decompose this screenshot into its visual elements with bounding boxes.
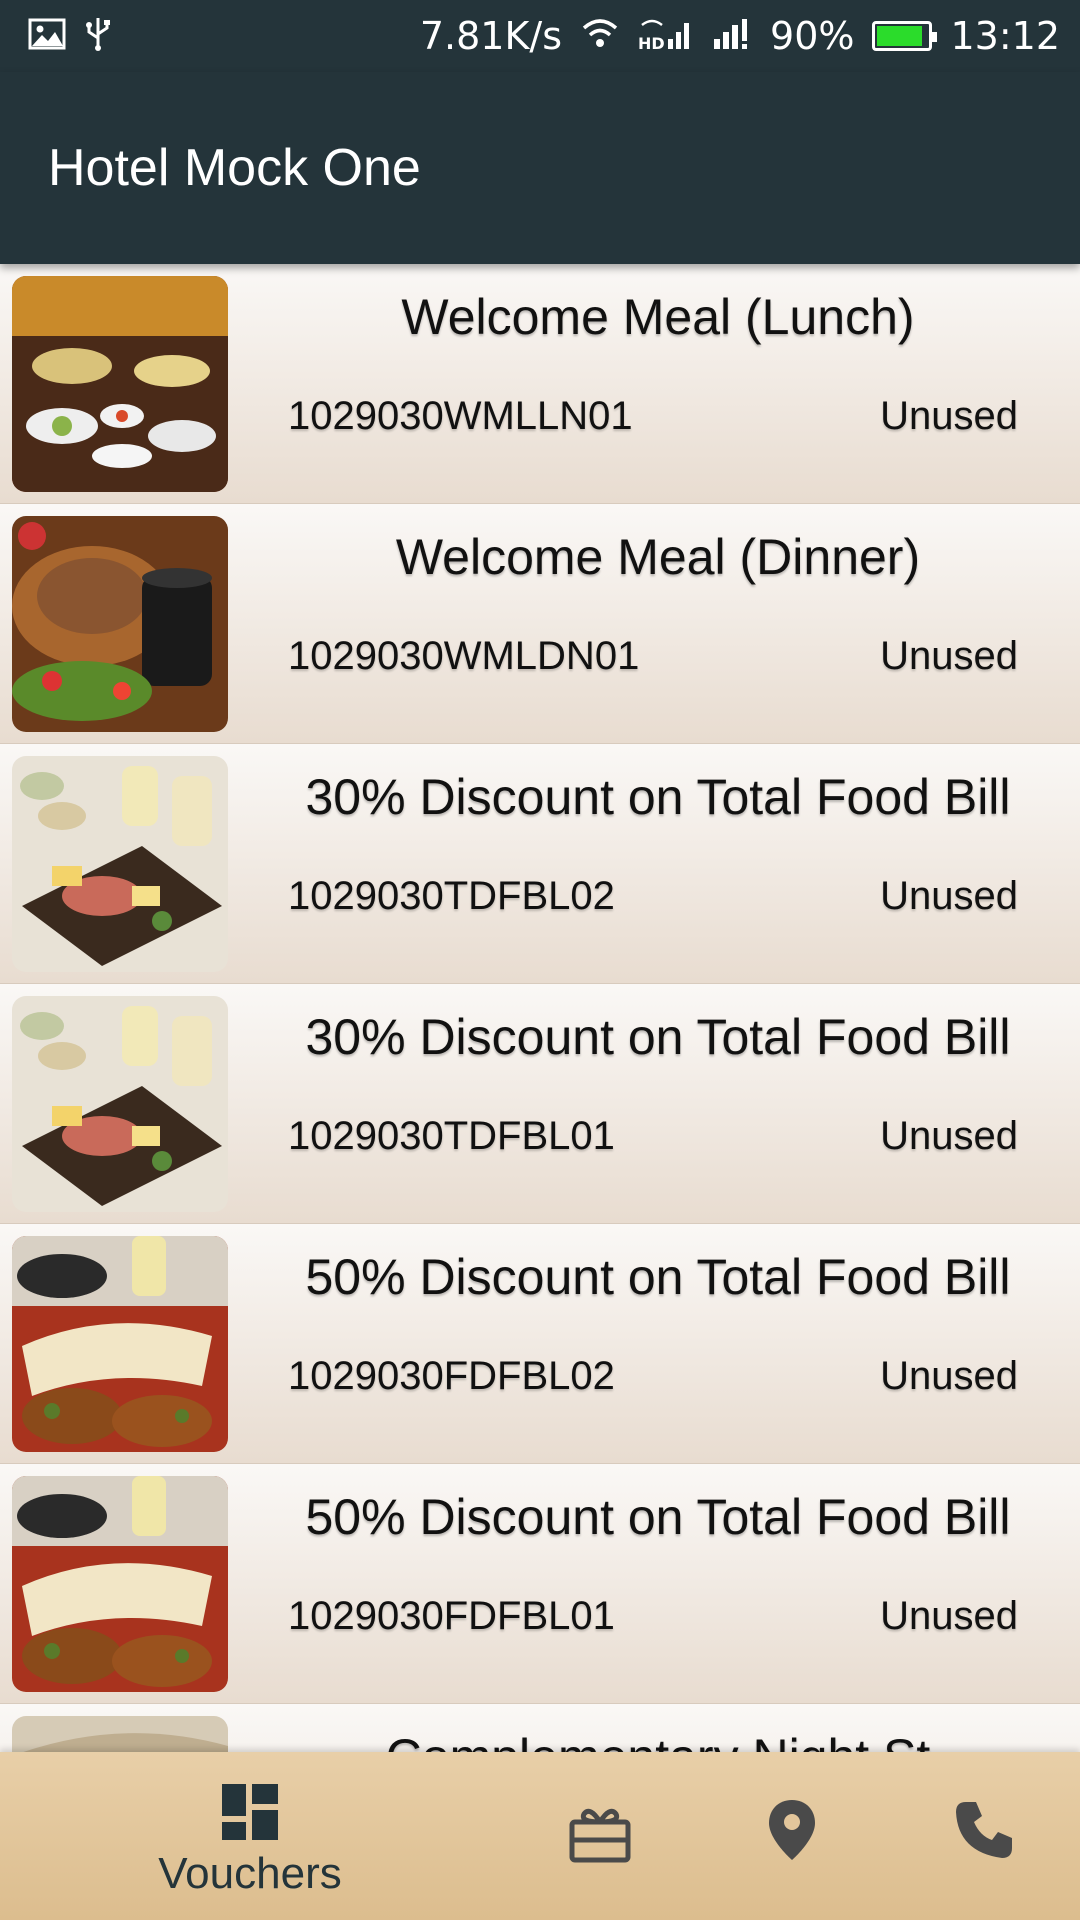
voucher-status: Unused: [880, 394, 1018, 438]
voucher-item[interactable]: 50% Discount on Total Food Bill 1029030F…: [0, 1224, 1080, 1464]
nav-vouchers-label: Vouchers: [158, 1849, 342, 1898]
voucher-code: 1029030FDFBL01: [288, 1594, 615, 1638]
phone-icon: [954, 1800, 1014, 1865]
voucher-item[interactable]: 50% Discount on Total Food Bill 1029030F…: [0, 1464, 1080, 1704]
voucher-title: Welcome Meal (Dinner): [395, 529, 921, 585]
location-icon: [767, 1798, 817, 1867]
voucher-status: Unused: [880, 1114, 1018, 1158]
voucher-list[interactable]: Welcome Meal (Lunch) 1029030WMLLN01 Unus…: [0, 264, 1080, 1752]
wifi-icon: [580, 18, 620, 55]
voucher-image-buffet: [12, 276, 228, 492]
signal-icon: [712, 17, 752, 56]
image-icon: [28, 18, 66, 55]
voucher-title: 30% Discount on Total Food Bill: [305, 1009, 1011, 1065]
nav-location[interactable]: [752, 1752, 832, 1920]
voucher-code: 1029030WMLDN01: [288, 634, 640, 678]
battery-percent: 90%: [770, 14, 855, 58]
usb-icon: [84, 16, 112, 57]
voucher-status: Unused: [880, 874, 1018, 918]
status-bar: 7.81K/s HD 90% 13:12: [0, 0, 1080, 72]
page-title: Hotel Mock One: [48, 139, 421, 197]
voucher-status: Unused: [880, 1594, 1018, 1638]
net-speed: 7.81K/s: [419, 14, 563, 58]
battery-icon: [872, 21, 938, 51]
status-right: 7.81K/s HD 90% 13:12: [420, 14, 1060, 58]
voucher-title: 50% Discount on Total Food Bill: [305, 1489, 1011, 1545]
voucher-image-naan-kebab: [12, 1236, 228, 1452]
voucher-image-platter: [12, 996, 228, 1212]
nav-call[interactable]: [944, 1752, 1024, 1920]
clock: 13:12: [950, 14, 1060, 58]
voucher-title: Complementary Night St: [250, 1728, 1066, 1752]
voucher-item[interactable]: 30% Discount on Total Food Bill 1029030T…: [0, 744, 1080, 984]
nav-vouchers[interactable]: Vouchers: [140, 1752, 360, 1920]
dashboard-icon: [222, 1784, 278, 1845]
svg-text:HD: HD: [638, 34, 665, 51]
voucher-status: Unused: [880, 634, 1018, 678]
voucher-image-steak: [12, 516, 228, 732]
app-bar: Hotel Mock One: [0, 72, 1080, 264]
voucher-code: 1029030WMLLN01: [288, 394, 633, 438]
voucher-item[interactable]: Complementary Night St: [0, 1704, 1080, 1752]
voucher-image-room: [12, 1716, 228, 1752]
battery-fill: [877, 26, 923, 46]
voucher-code: 1029030TDFBL01: [288, 1114, 615, 1158]
voucher-code: 1029030FDFBL02: [288, 1354, 615, 1398]
nav-offers[interactable]: [560, 1752, 640, 1920]
bottom-nav: Vouchers: [0, 1752, 1080, 1920]
voucher-item[interactable]: 30% Discount on Total Food Bill 1029030T…: [0, 984, 1080, 1224]
status-left: [28, 16, 112, 57]
voucher-image-platter: [12, 756, 228, 972]
voucher-code: 1029030TDFBL02: [288, 874, 615, 918]
voucher-item[interactable]: Welcome Meal (Dinner) 1029030WMLDN01 Unu…: [0, 504, 1080, 744]
voucher-title: 30% Discount on Total Food Bill: [305, 769, 1011, 825]
voucher-title: 50% Discount on Total Food Bill: [305, 1249, 1011, 1305]
voucher-image-naan-kebab: [12, 1476, 228, 1692]
voucher-status: Unused: [880, 1354, 1018, 1398]
voucher-item[interactable]: Welcome Meal (Lunch) 1029030WMLLN01 Unus…: [0, 264, 1080, 504]
gift-icon: [568, 1804, 632, 1869]
voucher-title: Welcome Meal (Lunch): [401, 289, 915, 345]
hd-signal-icon: HD: [638, 17, 694, 56]
